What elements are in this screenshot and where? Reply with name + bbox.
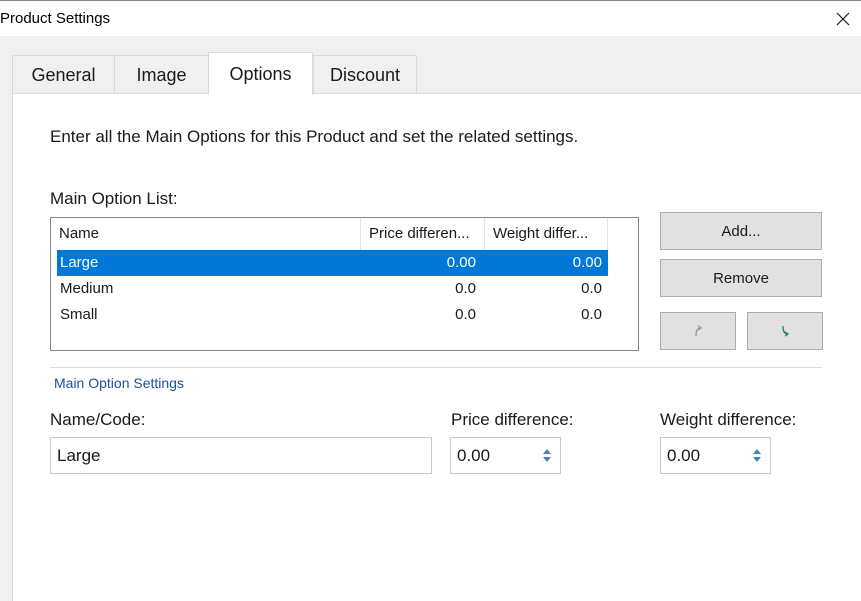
weight-difference-label: Weight difference: bbox=[660, 410, 797, 429]
price-difference-input[interactable]: 0.00 bbox=[450, 437, 561, 474]
tab-general[interactable]: General bbox=[12, 55, 115, 94]
add-button[interactable]: Add... bbox=[660, 212, 822, 250]
tab-image-label: Image bbox=[136, 64, 187, 85]
chevron-up-icon[interactable] bbox=[753, 449, 761, 454]
main-option-list[interactable]: Name Price differen... Weight differ... … bbox=[50, 217, 639, 351]
chevron-down-icon[interactable] bbox=[543, 457, 551, 462]
move-up-button[interactable] bbox=[660, 312, 736, 350]
option-weight: 0.00 bbox=[572, 254, 602, 271]
move-up-icon bbox=[695, 325, 703, 337]
name-code-label: Name/Code: bbox=[50, 410, 146, 429]
price-spinner[interactable] bbox=[534, 438, 560, 473]
close-icon bbox=[836, 12, 850, 26]
tab-strip: General Image Options Discount bbox=[12, 52, 861, 95]
list-item[interactable]: Large 0.00 0.00 bbox=[57, 250, 608, 276]
section-divider bbox=[50, 367, 822, 368]
main-option-settings-heading: Main Option Settings bbox=[54, 375, 184, 391]
column-header-name[interactable]: Name bbox=[51, 218, 361, 250]
weight-difference-input[interactable]: 0.00 bbox=[660, 437, 771, 474]
tab-discount[interactable]: Discount bbox=[313, 55, 417, 94]
list-header: Name Price differen... Weight differ... bbox=[51, 218, 608, 250]
remove-button-label: Remove bbox=[713, 269, 769, 287]
move-down-button[interactable] bbox=[747, 312, 823, 350]
name-code-value: Large bbox=[57, 446, 101, 465]
tab-general-label: General bbox=[31, 64, 96, 85]
tab-discount-label: Discount bbox=[329, 64, 401, 85]
tab-options[interactable]: Options bbox=[208, 52, 313, 95]
price-difference-label: Price difference: bbox=[451, 410, 574, 429]
chevron-down-icon[interactable] bbox=[753, 457, 761, 462]
name-code-input[interactable]: Large bbox=[50, 437, 432, 474]
column-header-weight[interactable]: Weight differ... bbox=[485, 218, 608, 250]
title-bar: Product Settings bbox=[0, 0, 861, 36]
option-name: Small bbox=[60, 306, 98, 323]
options-panel: Enter all the Main Options for this Prod… bbox=[12, 93, 861, 601]
weight-spinner[interactable] bbox=[744, 438, 770, 473]
option-name: Large bbox=[60, 254, 99, 271]
list-item[interactable]: Small 0.0 0.0 bbox=[57, 302, 608, 328]
option-name: Medium bbox=[60, 280, 114, 297]
remove-button[interactable]: Remove bbox=[660, 259, 822, 297]
option-weight: 0.0 bbox=[581, 280, 602, 297]
move-down-icon bbox=[782, 325, 790, 337]
price-difference-value: 0.00 bbox=[457, 446, 491, 465]
tab-options-label: Options bbox=[229, 63, 292, 84]
tab-image[interactable]: Image bbox=[114, 55, 209, 94]
weight-difference-value: 0.00 bbox=[667, 446, 701, 465]
main-option-list-label: Main Option List: bbox=[50, 189, 178, 208]
close-button[interactable] bbox=[825, 1, 861, 37]
add-button-label: Add... bbox=[721, 222, 761, 240]
option-price: 0.00 bbox=[446, 254, 476, 271]
column-header-price[interactable]: Price differen... bbox=[361, 218, 485, 250]
intro-text: Enter all the Main Options for this Prod… bbox=[50, 127, 579, 146]
window-title: Product Settings bbox=[0, 10, 111, 27]
option-price: 0.0 bbox=[455, 280, 476, 297]
option-weight: 0.0 bbox=[581, 306, 602, 323]
list-item[interactable]: Medium 0.0 0.0 bbox=[57, 276, 608, 302]
chevron-up-icon[interactable] bbox=[543, 449, 551, 454]
option-price: 0.0 bbox=[455, 306, 476, 323]
